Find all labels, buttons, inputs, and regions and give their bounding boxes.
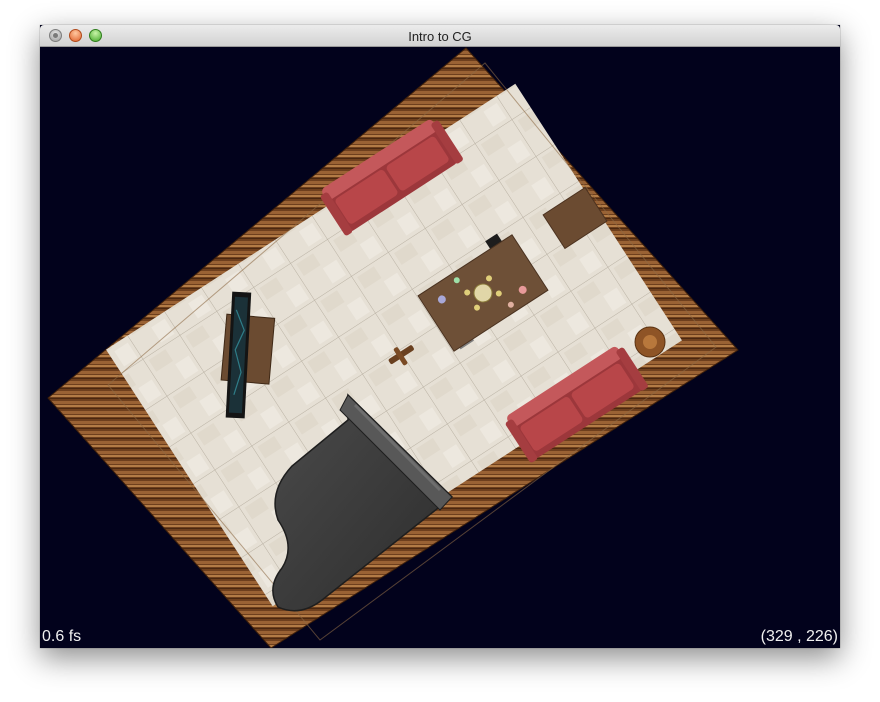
mouse-coords-readout: (329 , 226): [760, 628, 838, 645]
title-bar[interactable]: Intro to CG: [40, 25, 840, 47]
app-window: Intro to CG 0.6 fs (329 , 226): [40, 25, 840, 648]
room-scene: [47, 47, 739, 648]
gl-viewport[interactable]: 0.6 fs (329 , 226): [40, 47, 840, 648]
window-title: Intro to CG: [408, 29, 472, 44]
plant-pot: [634, 326, 666, 358]
fps-readout: 0.6 fs: [42, 628, 82, 645]
